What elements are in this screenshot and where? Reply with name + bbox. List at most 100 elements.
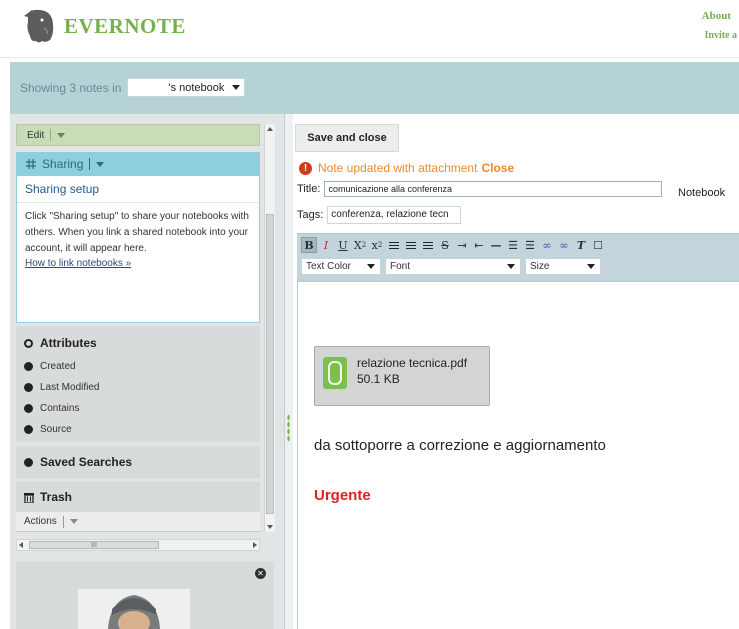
attribute-created[interactable]: Created [24, 356, 252, 377]
title-input[interactable]: comunicazione alla conferenza [324, 181, 663, 197]
scroll-up-icon[interactable] [267, 127, 273, 131]
logo-text: EVERNOTE [64, 13, 186, 38]
attachment-size: 50.1 KB [357, 372, 400, 386]
close-icon[interactable]: ✕ [255, 568, 266, 579]
attributes-header[interactable]: Attributes [24, 336, 252, 350]
size-label: Size [530, 261, 550, 272]
trash-header[interactable]: Trash [16, 482, 260, 512]
clear-format-icon[interactable]: T [573, 237, 589, 253]
formatting-toolbar: B I U X2 x2 S ⇥ ⇤ — ☰ ☰ ∞ ∞ T ☐ Text Col… [297, 233, 739, 281]
bold-icon[interactable]: B [301, 237, 317, 253]
toolbar-buttons: B I U X2 x2 S ⇥ ⇤ — ☰ ☰ ∞ ∞ T ☐ [301, 237, 607, 253]
about-link[interactable]: About [702, 10, 731, 22]
horizontal-rule-icon[interactable]: — [488, 237, 504, 253]
subscript-icon[interactable]: X2 [352, 237, 368, 253]
filter-bar: Showing 3 notes in 's notebook [10, 62, 739, 114]
sharing-icon [26, 159, 36, 169]
showing-label: Showing 3 notes in [20, 80, 122, 95]
actions-menu[interactable]: Actions [16, 512, 260, 532]
text-color-select[interactable]: Text Color [301, 258, 381, 275]
title-row: Title: comunicazione alla conferenza [297, 181, 663, 197]
chevron-down-icon [587, 264, 595, 269]
sharing-label: Sharing [42, 157, 84, 171]
expand-icon [24, 425, 33, 434]
note-editor-panel: Save and close ! Note updated with attac… [293, 114, 739, 629]
sharing-setup-link[interactable]: Sharing setup [17, 176, 259, 203]
sharing-header[interactable]: Sharing [16, 152, 260, 176]
save-and-close-button[interactable]: Save and close [295, 124, 399, 152]
chevron-down-icon [507, 264, 515, 269]
align-center-icon[interactable] [403, 237, 419, 253]
separator [89, 158, 91, 170]
invite-link[interactable]: Invite a [702, 30, 738, 41]
strikethrough-icon[interactable]: S [437, 237, 453, 253]
title-label: Title: [297, 183, 321, 195]
chevron-down-icon [57, 132, 66, 138]
font-select[interactable]: Font [385, 258, 521, 275]
saved-searches-header[interactable]: Saved Searches [16, 446, 260, 478]
attribute-label: Created [40, 361, 76, 372]
scrollbar-grip: III [91, 541, 97, 549]
size-select[interactable]: Size [525, 258, 601, 275]
checkbox-icon[interactable]: ☐ [590, 237, 606, 253]
sidebar-horizontal-scrollbar[interactable]: III [16, 539, 260, 551]
align-left-icon[interactable] [386, 237, 402, 253]
toolbar-selects: Text Color Font Size [301, 258, 605, 275]
superscript-icon[interactable]: x2 [369, 237, 385, 253]
align-right-icon[interactable] [420, 237, 436, 253]
note-body-editor[interactable]: relazione tecnica.pdf 50.1 KB da sottopo… [297, 281, 739, 629]
drag-handle-icon[interactable] [287, 414, 290, 442]
promo-box: ✕ [16, 562, 274, 629]
attribute-last-modified[interactable]: Last Modified [24, 377, 252, 398]
elephant-icon [24, 9, 54, 43]
notebook-select[interactable]: 's notebook [127, 78, 246, 97]
link-icon[interactable]: ∞ [539, 237, 555, 253]
promo-image [78, 589, 190, 629]
scroll-left-icon[interactable] [19, 542, 23, 548]
attribute-label: Contains [40, 403, 80, 414]
numbered-list-icon[interactable]: ☰ [505, 237, 521, 253]
note-body-text: da sottoporre a correzione e aggiornamen… [314, 437, 606, 454]
scrollbar-thumb[interactable] [266, 214, 274, 514]
outdent-icon[interactable]: ⇤ [471, 237, 487, 253]
expand-icon [24, 383, 33, 392]
attributes-section: Attributes Created Last Modified Contain… [16, 326, 260, 442]
chevron-down-icon [96, 161, 105, 167]
how-to-link-notebooks-link[interactable]: How to link notebooks » [17, 257, 259, 271]
left-sidebar: Edit Sharing Sharing setup Click "Sharin… [10, 114, 285, 629]
unlink-icon[interactable]: ∞ [556, 237, 572, 253]
attachment-card[interactable]: relazione tecnica.pdf 50.1 KB [314, 346, 490, 406]
trash-icon [24, 492, 34, 503]
notice-close-link[interactable]: Close [481, 161, 514, 175]
italic-icon[interactable]: I [318, 237, 334, 253]
text-color-label: Text Color [306, 261, 352, 272]
bulleted-list-icon[interactable]: ☰ [522, 237, 538, 253]
sidebar-content: Edit Sharing Sharing setup Click "Sharin… [16, 124, 260, 532]
sharing-description: Click "Sharing setup" to share your note… [25, 211, 249, 254]
tags-input[interactable]: conferenza, relazione tecn [327, 206, 462, 224]
sidebar-vertical-scrollbar[interactable] [264, 124, 275, 532]
attachment-info: relazione tecnica.pdf 50.1 KB [357, 355, 467, 387]
expand-icon [24, 362, 33, 371]
indent-icon[interactable]: ⇥ [454, 237, 470, 253]
expand-icon [24, 404, 33, 413]
tags-label: Tags: [297, 209, 324, 221]
evernote-logo[interactable]: EVERNOTE [18, 6, 186, 46]
sharing-panel: Sharing setup Click "Sharing setup" to s… [16, 176, 260, 323]
edit-menu[interactable]: Edit [16, 124, 260, 146]
attribute-source[interactable]: Source [24, 419, 252, 440]
attribute-label: Source [40, 424, 72, 435]
scroll-down-icon[interactable] [267, 525, 273, 529]
panel-splitter[interactable] [285, 114, 293, 629]
actions-label: Actions [24, 516, 57, 527]
separator [50, 129, 52, 141]
expand-icon [24, 457, 33, 467]
attribute-label: Last Modified [40, 382, 100, 393]
scrollbar-thumb[interactable]: III [29, 541, 159, 549]
showing-notes: Showing 3 notes in 's notebook [20, 78, 246, 97]
collapse-icon [24, 338, 33, 348]
scroll-right-icon[interactable] [253, 542, 257, 548]
underline-icon[interactable]: U [335, 237, 351, 253]
notebook-label: Notebook [678, 187, 726, 199]
attribute-contains[interactable]: Contains [24, 398, 252, 419]
